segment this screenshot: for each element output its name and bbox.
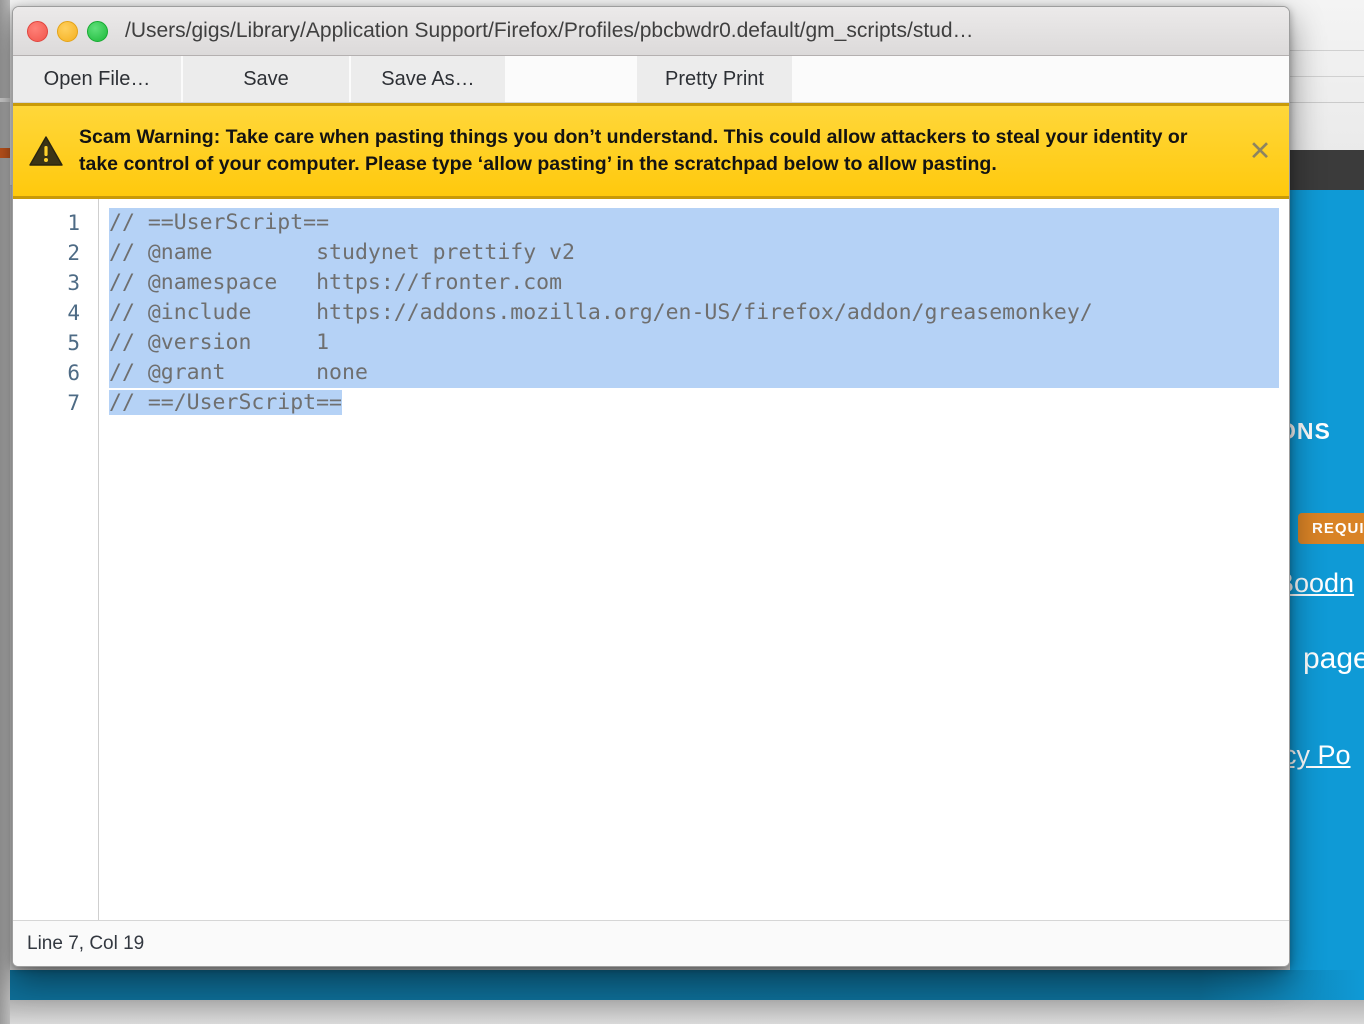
line-number: 3 bbox=[67, 271, 80, 295]
line-number: 1 bbox=[67, 211, 80, 235]
minimize-window-button[interactable] bbox=[57, 20, 78, 42]
code-line: // @version 1 bbox=[109, 328, 1289, 358]
window-title: /Users/gigs/Library/Application Support/… bbox=[125, 19, 974, 42]
toolbar-filler bbox=[794, 56, 1289, 102]
code-line: // @name studynet prettify v2 bbox=[109, 238, 1289, 268]
background-left-divider bbox=[0, 98, 10, 102]
maximize-window-button[interactable] bbox=[87, 20, 108, 42]
code-line: // @grant none bbox=[109, 358, 1289, 388]
window-controls bbox=[13, 20, 108, 42]
cursor-position-label: Line 7, Col 19 bbox=[27, 932, 145, 954]
save-as-button[interactable]: Save As… bbox=[351, 56, 507, 102]
code-line: // ==UserScript== bbox=[109, 208, 1289, 238]
background-author-link[interactable]: Boodn bbox=[1290, 568, 1354, 599]
pretty-print-button[interactable]: Pretty Print bbox=[637, 56, 794, 102]
background-chrome-divider bbox=[1290, 76, 1364, 77]
background-bottom-gray bbox=[0, 1000, 1364, 1024]
code-editor[interactable]: 1 2 3 4 5 6 7 // ==UserScript==// @name studyn… bbox=[13, 199, 1289, 920]
background-chrome-divider bbox=[1290, 102, 1364, 103]
background-addons-page: ONS REQUI Boodn page acy Po bbox=[1290, 190, 1364, 990]
code-content[interactable]: // ==UserScript==// @name studynet prett… bbox=[99, 199, 1289, 920]
close-window-button[interactable] bbox=[27, 20, 48, 42]
scam-warning-banner: Scam Warning: Take care when pasting thi… bbox=[13, 103, 1289, 199]
toolbar: Open File… Save Save As… Pretty Print bbox=[13, 56, 1289, 103]
code-line: // @include https://addons.mozilla.org/e… bbox=[109, 298, 1289, 328]
line-number-gutter: 1 2 3 4 5 6 7 bbox=[13, 199, 99, 920]
warning-triangle-icon bbox=[29, 135, 63, 166]
background-required-badge: REQUI bbox=[1298, 513, 1364, 544]
code-line: // ==/UserScript== bbox=[109, 390, 342, 415]
background-chrome-divider bbox=[1290, 50, 1364, 51]
toolbar-spacer bbox=[507, 56, 637, 102]
line-number: 4 bbox=[67, 301, 80, 325]
scratchpad-window: /Users/gigs/Library/Application Support/… bbox=[12, 6, 1290, 967]
line-number: 5 bbox=[67, 331, 80, 355]
open-file-button[interactable]: Open File… bbox=[13, 56, 183, 102]
background-privacy-policy-link[interactable]: acy Po bbox=[1290, 740, 1351, 771]
background-dark-navbar bbox=[1290, 150, 1364, 190]
background-page-text: page bbox=[1303, 642, 1364, 675]
code-line: // @namespace https://fronter.com bbox=[109, 268, 1289, 298]
line-number: 6 bbox=[67, 361, 80, 385]
background-left-accent bbox=[0, 148, 10, 158]
background-extensions-heading: ONS bbox=[1290, 418, 1331, 444]
close-icon[interactable]: ✕ bbox=[1247, 138, 1273, 165]
window-titlebar[interactable]: /Users/gigs/Library/Application Support/… bbox=[13, 7, 1289, 56]
save-button[interactable]: Save bbox=[183, 56, 351, 102]
status-bar: Line 7, Col 19 bbox=[13, 920, 1289, 966]
line-number: 7 bbox=[67, 391, 80, 415]
line-number: 2 bbox=[67, 241, 80, 265]
warning-icon-container bbox=[13, 135, 79, 167]
warning-message: Scam Warning: Take care when pasting thi… bbox=[79, 125, 1188, 176]
